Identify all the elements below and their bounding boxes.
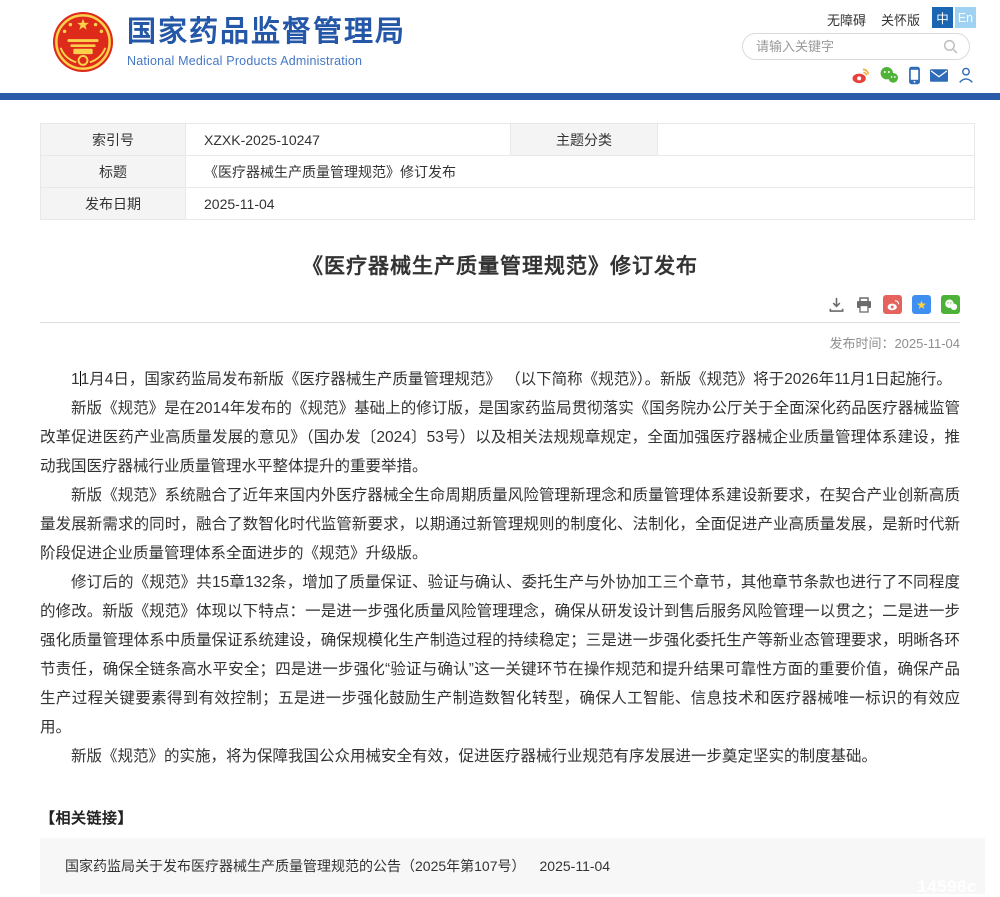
mail-icon[interactable] [930,69,948,82]
accessibility-link[interactable]: 无障碍 [827,10,866,29]
search-input[interactable] [756,39,942,54]
related-link-date: 2025-11-04 [540,858,611,874]
divider [40,322,960,323]
main-content: 索引号 XZXK-2025-10247 主题分类 标题 《医疗器械生产质量管理规… [0,123,1000,894]
related-links-section: 【相关链接】 国家药监局关于发布医疗器械生产质量管理规范的公告（2025年第10… [40,807,960,894]
publish-date-label: 发布日期 [41,188,186,220]
article-toolbar: ★ [40,295,960,314]
subject-category-label: 主题分类 [511,124,658,156]
top-nav-bar [0,93,1000,100]
related-links-box: 国家药监局关于发布医疗器械生产质量管理规范的公告（2025年第107号） 202… [40,838,985,894]
article-body: 11月4日，国家药监局发布新版《医疗器械生产质量管理规范》 （以下简称《规范》）… [40,365,960,771]
article-paragraph: 新版《规范》是在2014年发布的《规范》基础上的修订版，是国家药监局贯彻落实《国… [40,394,960,481]
weibo-icon[interactable] [851,66,870,85]
article-paragraph: 新版《规范》的实施，将为保障我国公众用械安全有效，促进医疗器械行业规范有序发展进… [40,742,960,771]
download-icon[interactable] [828,296,845,313]
publish-time: 发布时间：2025-11-04 [40,333,960,352]
search-box [742,33,970,60]
site-logo[interactable]: 国家药品监督管理局 National Medical Products Admi… [52,11,406,73]
site-subtitle: National Medical Products Administration [127,54,406,68]
mobile-icon[interactable] [908,66,921,85]
national-emblem-icon [52,11,114,73]
search-icon[interactable] [942,38,959,55]
article-paragraph: 修订后的《规范》共15章132条，增加了质量保证、验证与确认、委托生产与外协加工… [40,568,960,742]
share-weibo-icon[interactable] [883,295,902,314]
related-links-heading: 【相关链接】 [40,807,960,828]
title-label: 标题 [41,156,186,188]
lang-en-button[interactable]: En [955,7,976,28]
share-qzone-icon[interactable]: ★ [912,295,931,314]
table-row: 索引号 XZXK-2025-10247 主题分类 [41,124,975,156]
user-icon[interactable] [957,66,975,84]
subject-category-value [658,124,975,156]
document-info-table: 索引号 XZXK-2025-10247 主题分类 标题 《医疗器械生产质量管理规… [40,123,975,220]
article-paragraph: 11月4日，国家药监局发布新版《医疗器械生产质量管理规范》 （以下简称《规范》）… [40,365,960,394]
publish-date-value: 2025-11-04 [186,188,975,220]
share-wechat-icon[interactable] [941,295,960,314]
print-icon[interactable] [855,296,873,314]
index-number-value: XZXK-2025-10247 [186,124,511,156]
star-glyph: ★ [916,299,927,311]
index-number-label: 索引号 [41,124,186,156]
utility-links: 无障碍 关怀版 [827,10,920,29]
site-header: 国家药品监督管理局 National Medical Products Admi… [0,0,1000,93]
visit-counter: 14596c [917,877,977,897]
care-version-link[interactable]: 关怀版 [881,10,920,29]
language-switch: 中 En [932,7,976,28]
table-row: 标题 《医疗器械生产质量管理规范》修订发布 [41,156,975,188]
wechat-icon[interactable] [879,65,899,85]
related-link[interactable]: 国家药监局关于发布医疗器械生产质量管理规范的公告（2025年第107号） [65,856,526,876]
article-title: 《医疗器械生产质量管理规范》修订发布 [40,250,960,280]
article-paragraph: 新版《规范》系统融合了近年来国内外医疗器械全生命周期质量风险管理新理念和质量管理… [40,481,960,568]
site-title: 国家药品监督管理局 [127,16,406,49]
social-icon-bar [851,65,975,85]
lang-zh-button[interactable]: 中 [932,7,953,28]
table-row: 发布日期 2025-11-04 [41,188,975,220]
title-value: 《医疗器械生产质量管理规范》修订发布 [186,156,975,188]
